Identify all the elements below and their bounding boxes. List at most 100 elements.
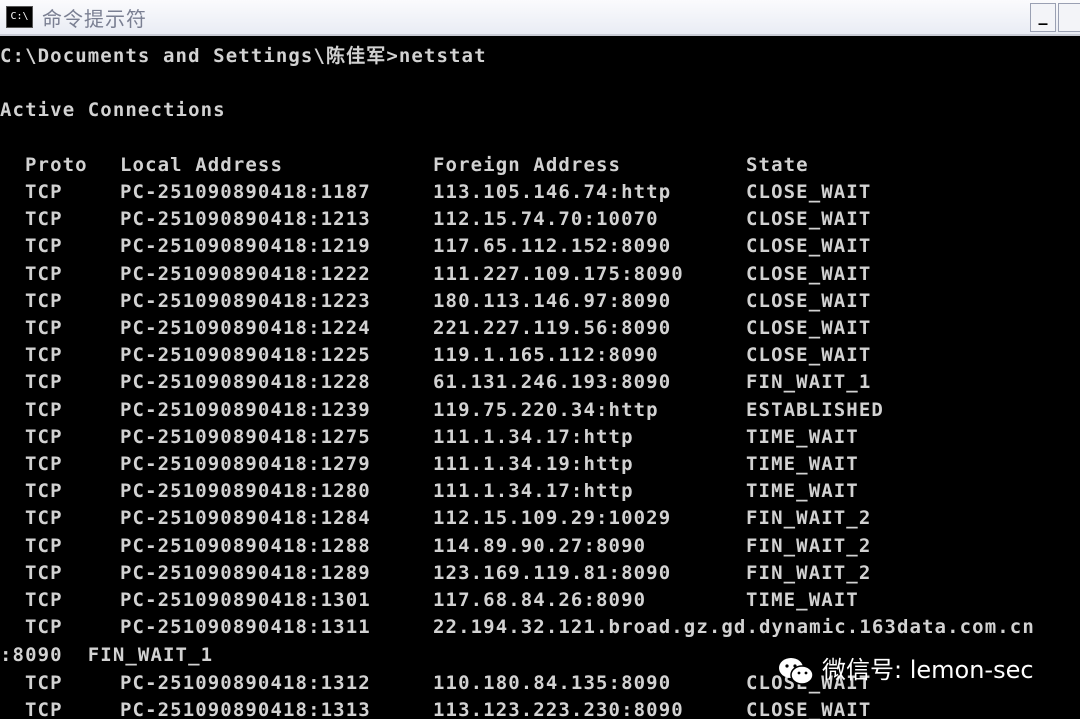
cell-foreign-address: 113.105.146.74:http <box>433 181 672 203</box>
cell-foreign-address: 112.15.74.70:10070 <box>433 208 659 231</box>
table-row: TCP PC-251090890418:1288 114.89.90.27:8090… <box>0 533 1080 560</box>
cell-proto: TCP <box>25 672 63 694</box>
header-proto: Proto <box>25 154 88 176</box>
cell-local-address: PC-251090890418:1187 <box>120 181 371 203</box>
section-title: Active Connections <box>0 99 226 121</box>
table-row: TCP PC-251090890418:1275 111.1.34.17:http T… <box>0 424 1080 451</box>
header-state: State <box>746 154 809 176</box>
table-row: TCP PC-251090890418:1301 117.68.84.26:8090… <box>0 587 1080 614</box>
table-row: TCP PC-251090890418:1313 113.123.223.230:8… <box>0 697 1080 719</box>
cell-proto: TCP <box>25 453 63 475</box>
cell-foreign-address: 111.227.109.175:8090 <box>433 262 684 285</box>
table-row: TCP PC-251090890418:1228 61.131.246.193:80… <box>0 369 1080 396</box>
header-local-address: Local Address <box>120 154 284 176</box>
cell-state: CLOSE_WAIT <box>746 699 872 719</box>
cell-proto: TCP <box>25 534 63 557</box>
cell-local-address: PC-251090890418:1311 <box>120 616 371 639</box>
cell-local-address: PC-251090890418:1225 <box>120 344 371 367</box>
cell-local-address: PC-251090890418:1279 <box>120 453 371 475</box>
cell-proto: TCP <box>25 235 63 258</box>
command-prompt-window: C:\ 命令提示符 _ C:\Documents and Settings\陈佳… <box>0 0 1080 719</box>
cell-foreign-address: 111.1.34.17:http <box>433 480 634 503</box>
table-row: TCP PC-251090890418:1279 111.1.34.19:http T… <box>0 451 1080 478</box>
cell-state: FIN_WAIT_2 <box>746 561 872 584</box>
wrapped-line: :8090 FIN_WAIT_1 <box>0 644 214 666</box>
title-bar[interactable]: C:\ 命令提示符 _ <box>0 0 1080 36</box>
cell-local-address: PC-251090890418:1219 <box>120 235 371 258</box>
cell-foreign-address: 111.1.34.17:http <box>433 425 634 448</box>
cell-state: CLOSE_WAIT <box>746 317 872 339</box>
table-row: TCP PC-251090890418:1225 119.1.165.112:809… <box>0 342 1080 369</box>
cell-state: TIME_WAIT <box>746 425 859 448</box>
cell-foreign-address: 114.89.90.27:8090 <box>433 534 647 557</box>
table-row: TCP PC-251090890418:1222 111.227.109.175:8… <box>0 261 1080 288</box>
cell-proto: TCP <box>25 616 63 639</box>
cell-state: CLOSE_WAIT <box>746 208 872 231</box>
cell-foreign-address: 123.169.119.81:8090 <box>433 561 672 584</box>
cell-local-address: PC-251090890418:1213 <box>120 208 371 231</box>
cell-local-address: PC-251090890418:1288 <box>120 534 371 557</box>
cell-local-address: PC-251090890418:1223 <box>120 289 371 312</box>
cell-proto: TCP <box>25 371 63 394</box>
table-row: TCP PC-251090890418:1239 119.75.220.34:htt… <box>0 397 1080 424</box>
table-row: TCP PC-251090890418:1280 111.1.34.17:http T… <box>0 478 1080 505</box>
console-icon: C:\ <box>6 6 33 28</box>
cell-proto: TCP <box>25 507 63 530</box>
cell-foreign-address: 22.194.32.121.broad.gz.gd.dynamic.163dat… <box>433 616 1035 639</box>
table-row: TCP PC-251090890418:1219 117.65.112.152:80… <box>0 233 1080 260</box>
cell-proto: TCP <box>25 317 63 339</box>
cell-local-address: PC-251090890418:1280 <box>120 480 371 503</box>
cell-foreign-address: 119.75.220.34:http <box>433 398 659 421</box>
cell-proto: TCP <box>25 344 63 367</box>
cell-proto: TCP <box>25 262 63 285</box>
cell-state: CLOSE_WAIT <box>746 235 872 258</box>
cell-foreign-address: 110.180.84.135:8090 <box>433 672 672 694</box>
table-row: TCP PC-251090890418:1311 22.194.32.121.bro… <box>0 614 1080 641</box>
cell-local-address: PC-251090890418:1301 <box>120 589 371 611</box>
cell-proto: TCP <box>25 480 63 503</box>
cell-state: CLOSE_WAIT <box>746 262 872 285</box>
cell-state: CLOSE_WAIT <box>746 181 872 203</box>
cell-local-address: PC-251090890418:1239 <box>120 398 371 421</box>
cell-proto: TCP <box>25 589 63 611</box>
cell-state: FIN_WAIT_1 <box>746 371 872 394</box>
cell-proto: TCP <box>25 398 63 421</box>
cell-local-address: PC-251090890418:1275 <box>120 425 371 448</box>
cell-state: TIME_WAIT <box>746 480 859 503</box>
window-title: 命令提示符 <box>42 7 147 31</box>
cell-proto: TCP <box>25 561 63 584</box>
maximize-button[interactable] <box>1058 3 1080 32</box>
cell-state: FIN_WAIT_2 <box>746 534 872 557</box>
header-foreign-address: Foreign Address <box>433 154 622 176</box>
cell-proto: TCP <box>25 181 63 203</box>
cell-foreign-address: 117.65.112.152:8090 <box>433 235 672 258</box>
cell-local-address: PC-251090890418:1228 <box>120 371 371 394</box>
cell-foreign-address: 112.15.109.29:10029 <box>433 507 672 530</box>
watermark: 微信号: lemon-sec <box>778 652 1034 688</box>
cell-local-address: PC-251090890418:1224 <box>120 317 371 339</box>
cell-proto: TCP <box>25 425 63 448</box>
cell-foreign-address: 61.131.246.193:8090 <box>433 371 672 394</box>
cell-proto: TCP <box>25 208 63 231</box>
minimize-button[interactable]: _ <box>1030 3 1056 32</box>
cell-foreign-address: 180.113.146.97:8090 <box>433 289 672 312</box>
cell-proto: TCP <box>25 289 63 312</box>
console-output[interactable]: C:\Documents and Settings\陈佳军>netstat Ac… <box>0 36 1080 719</box>
watermark-text: 微信号: lemon-sec <box>822 656 1034 684</box>
table-header: Proto Local Address Foreign Address Stat… <box>0 152 1080 179</box>
cell-foreign-address: 119.1.165.112:8090 <box>433 344 659 367</box>
cell-state: ESTABLISHED <box>746 398 884 421</box>
cell-foreign-address: 117.68.84.26:8090 <box>433 589 647 611</box>
table-row: TCP PC-251090890418:1289 123.169.119.81:80… <box>0 560 1080 587</box>
table-row: TCP PC-251090890418:1284 112.15.109.29:100… <box>0 505 1080 532</box>
cell-foreign-address: 221.227.119.56:8090 <box>433 317 672 339</box>
table-row: TCP PC-251090890418:1187 113.105.146.74:ht… <box>0 179 1080 206</box>
cell-foreign-address: 111.1.34.19:http <box>433 453 634 475</box>
cell-state: CLOSE_WAIT <box>746 344 872 367</box>
wechat-icon <box>779 658 814 685</box>
cell-local-address: PC-251090890418:1312 <box>120 672 371 694</box>
command-line: C:\Documents and Settings\陈佳军>netstat <box>0 45 487 67</box>
cell-local-address: PC-251090890418:1313 <box>120 699 371 719</box>
table-row: TCP PC-251090890418:1224 221.227.119.56:80… <box>0 315 1080 342</box>
cell-state: TIME_WAIT <box>746 589 859 611</box>
